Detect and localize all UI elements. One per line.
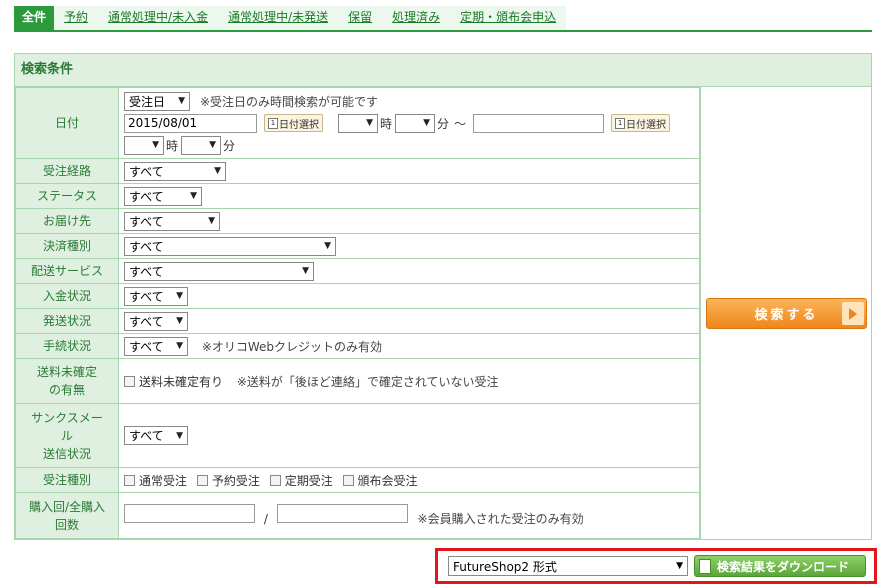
chevron-down-icon: ▼ [152, 140, 159, 150]
order-type-option-label: 定期受注 [284, 473, 333, 488]
start-date-picker-button[interactable]: 1 日付選択 [264, 114, 323, 132]
tab-unpaid[interactable]: 通常処理中/未入金 [98, 6, 219, 30]
purchase-count-to-input[interactable] [276, 504, 408, 523]
minute-unit: 分 [437, 116, 450, 131]
payment-type-select[interactable]: すべて ▼ [124, 236, 336, 256]
procedure-status-label: 手続状況 [15, 333, 119, 359]
shipping-status-label: 発送状況 [15, 308, 119, 334]
route-select[interactable]: すべて ▼ [124, 161, 226, 181]
chevron-down-icon: ▼ [190, 191, 197, 201]
play-arrow-icon [842, 302, 864, 325]
status-label: ステータス [15, 183, 119, 209]
chevron-down-icon: ▼ [302, 266, 309, 276]
calendar-icon: 1 [268, 117, 278, 129]
end-date-input[interactable] [473, 113, 605, 133]
date-note: ※受注日のみ時間検索が可能です [200, 94, 379, 109]
procedure-status-select[interactable]: すべて ▼ [124, 336, 188, 356]
order-type-regular-checkbox[interactable] [269, 474, 281, 486]
chevron-down-icon: ▼ [176, 341, 183, 351]
search-action-column: 検索する [700, 87, 871, 539]
chevron-down-icon: ▼ [176, 430, 183, 441]
tab-unshipped[interactable]: 通常処理中/未発送 [218, 6, 339, 30]
route-label: 受注経路 [15, 158, 119, 184]
chevron-down-icon: ▼ [214, 166, 221, 176]
shipping-service-select[interactable]: すべて ▼ [124, 261, 314, 281]
order-type-distribution-checkbox[interactable] [342, 474, 354, 486]
order-type-option-label: 予約受注 [211, 473, 260, 488]
shipping-fee-checkbox-label: 送料未確定有り [139, 374, 224, 389]
order-type-reserved-checkbox[interactable] [196, 474, 208, 486]
download-results-button[interactable]: 検索結果をダウンロード [694, 555, 866, 577]
shipping-fee-note: ※送料が「後ほど連絡」で確定されていない受注 [236, 374, 499, 389]
date-label: 日付 [15, 87, 119, 159]
delivery-label: お届け先 [15, 208, 119, 234]
range-separator: 〜 [454, 116, 467, 131]
shipping-service-label: 配送サービス [15, 258, 119, 284]
hour-unit: 時 [380, 116, 393, 131]
status-select[interactable]: すべて ▼ [124, 186, 202, 206]
search-panel: 検索条件 日付 受注日 ▼ ※受注日のみ時間検索が可能です 2015/08/01 … [14, 53, 872, 540]
chevron-down-icon: ▼ [176, 316, 183, 326]
chevron-down-icon: ▼ [324, 241, 331, 251]
document-icon [699, 558, 711, 574]
purchase-count-label: 購入回/全購入 回数 [15, 492, 119, 539]
tab-bar: 全件 予約 通常処理中/未入金 通常処理中/未発送 保留 処理済み 定期・頒布会… [14, 6, 872, 32]
start-hour-select[interactable]: ▼ [338, 113, 378, 133]
chevron-down-icon: ▼ [676, 561, 683, 571]
end-hour-select[interactable]: ▼ [124, 135, 164, 155]
hour-unit: 時 [166, 138, 179, 153]
order-type-label: 受注種別 [15, 467, 119, 493]
chevron-down-icon: ▼ [423, 118, 431, 128]
tab-all[interactable]: 全件 [14, 6, 55, 30]
end-minute-select[interactable]: ▼ [181, 135, 222, 155]
purchase-count-from-input[interactable] [124, 504, 255, 523]
start-minute-select[interactable]: ▼ [395, 113, 436, 133]
thanks-mail-select[interactable]: すべて ▼ [124, 426, 188, 445]
tab-reserved[interactable]: 予約 [54, 6, 99, 30]
search-button[interactable]: 検索する [706, 298, 867, 329]
chevron-down-icon: ▼ [208, 216, 215, 226]
chevron-down-icon: ▼ [366, 118, 373, 128]
shipping-fee-label: 送料未確定 の有無 [15, 358, 119, 404]
chevron-down-icon: ▼ [209, 140, 217, 150]
payment-status-label: 入金状況 [15, 283, 119, 309]
minute-unit: 分 [223, 138, 236, 153]
date-type-select[interactable]: 受注日 ▼ [124, 91, 190, 111]
order-type-option-label: 通常受注 [139, 473, 188, 488]
download-format-select[interactable]: FutureShop2 形式 ▼ [448, 556, 688, 576]
procedure-status-note: ※オリコWebクレジットのみ有効 [201, 339, 383, 354]
order-type-normal-checkbox[interactable] [124, 474, 135, 486]
conditions-table: 日付 受注日 ▼ ※受注日のみ時間検索が可能です 2015/08/01 1 日付選択… [15, 87, 700, 539]
purchase-count-note: ※会員購入された受注のみ有効 [417, 512, 584, 526]
tab-on-hold[interactable]: 保留 [338, 6, 383, 30]
payment-type-label: 決済種別 [15, 233, 119, 259]
tab-subscription[interactable]: 定期・頒布会申込 [450, 6, 567, 30]
payment-status-select[interactable]: すべて ▼ [124, 286, 188, 306]
end-date-picker-button[interactable]: 1 日付選択 [611, 114, 671, 132]
shipping-fee-checkbox[interactable] [124, 375, 135, 387]
purchase-count-separator: / [263, 512, 268, 526]
chevron-down-icon: ▼ [178, 96, 185, 106]
download-area: FutureShop2 形式 ▼ 検索結果をダウンロード [435, 548, 877, 584]
chevron-down-icon: ▼ [176, 291, 183, 301]
panel-title: 検索条件 [15, 54, 871, 87]
shipping-status-select[interactable]: すべて ▼ [124, 311, 188, 331]
tab-processed[interactable]: 処理済み [382, 6, 451, 30]
thanks-mail-label: サンクスメール送信状況 [15, 403, 119, 468]
start-date-input[interactable]: 2015/08/01 [124, 113, 257, 133]
order-type-option-label: 頒布会受注 [357, 473, 418, 488]
calendar-icon: 1 [615, 117, 626, 129]
delivery-select[interactable]: すべて ▼ [124, 211, 220, 231]
